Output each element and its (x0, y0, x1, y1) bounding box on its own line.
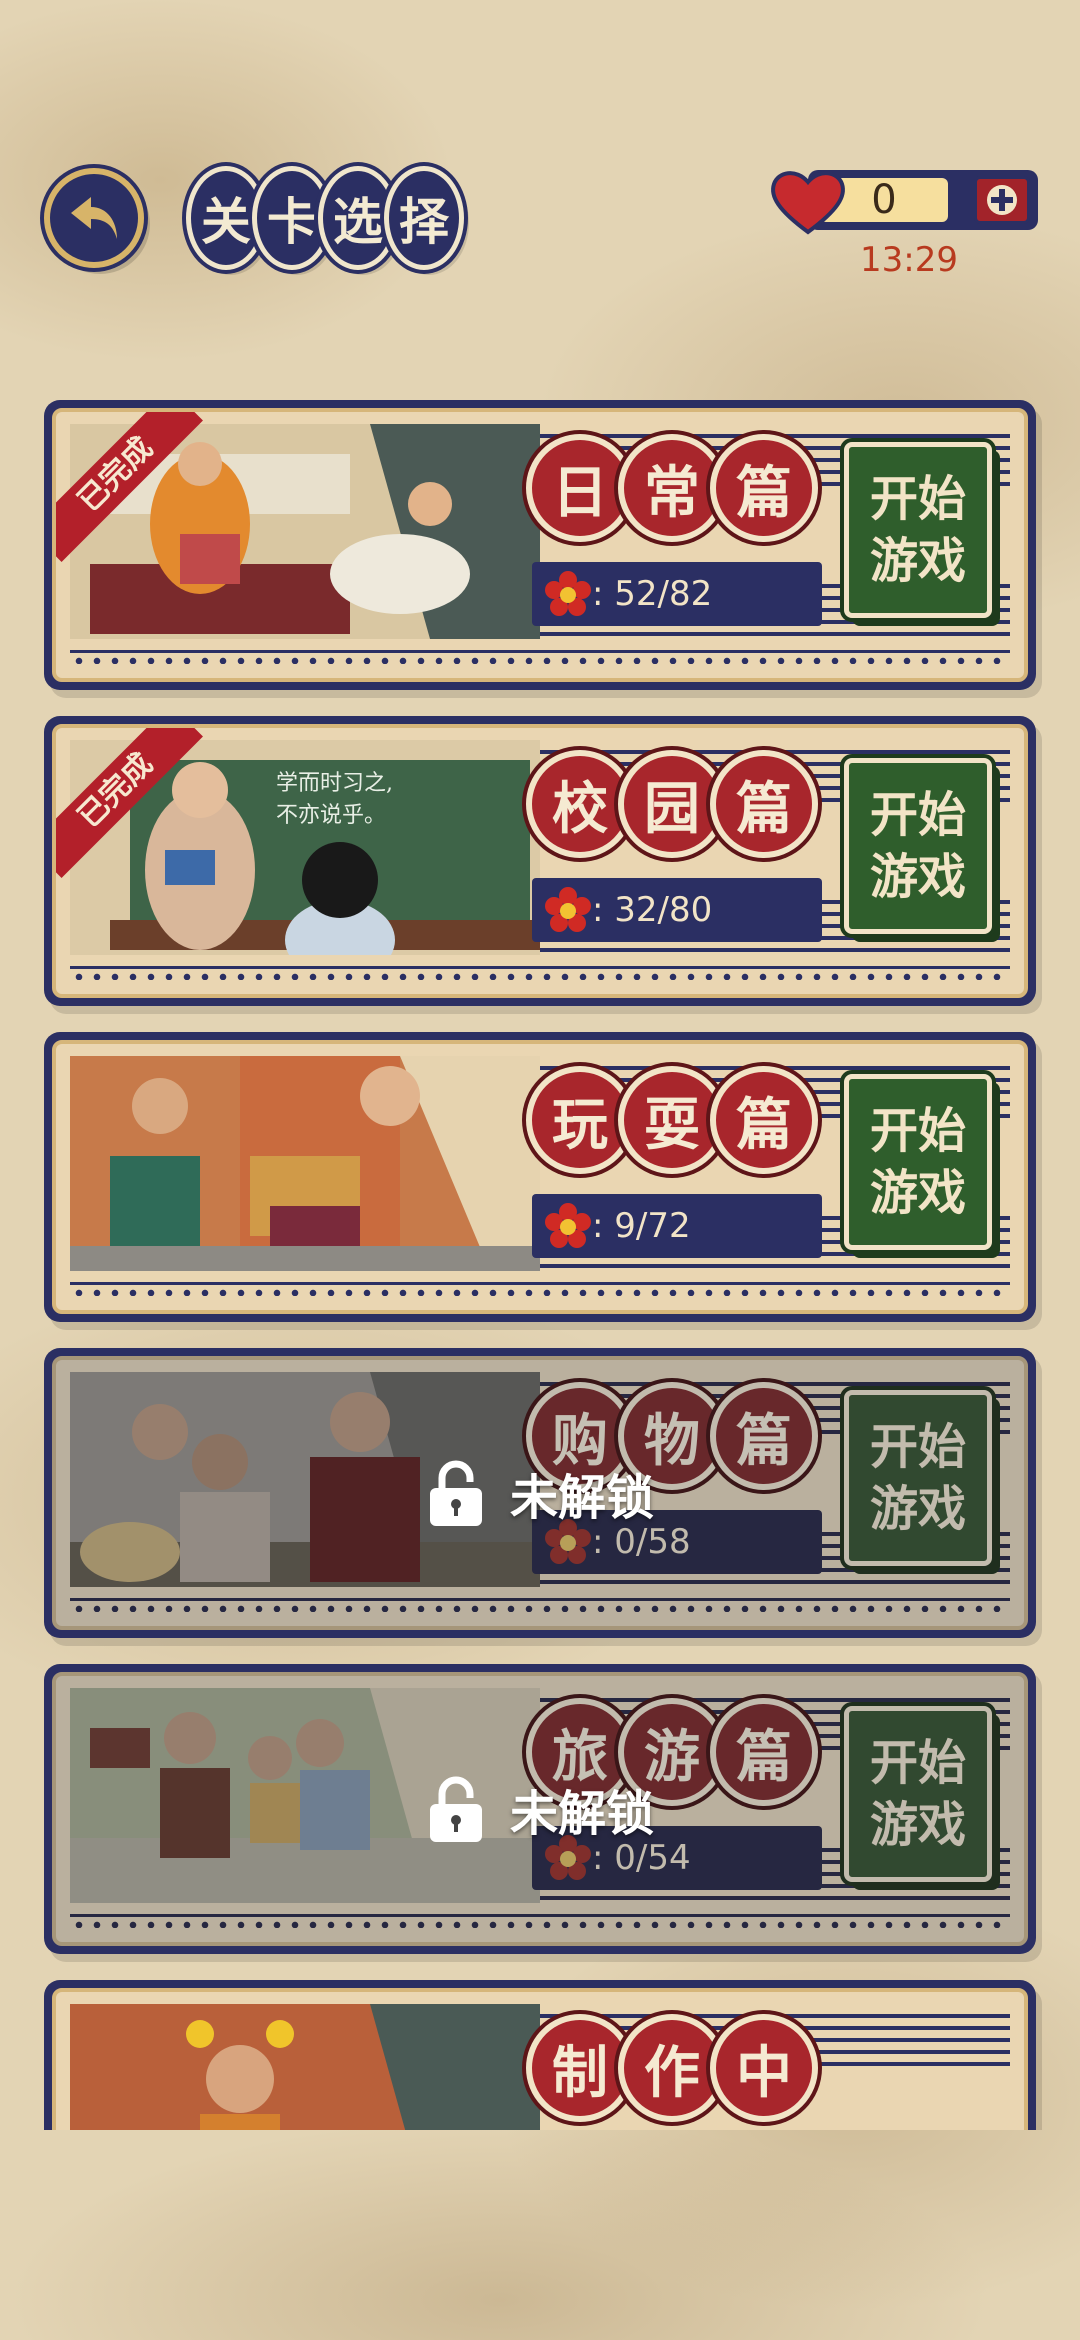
plus-icon (987, 185, 1017, 215)
level-card-play[interactable]: 玩 耍 篇 : 9/72 开始 游戏 (44, 1032, 1036, 1322)
chalk-line: 不亦说乎。 (276, 803, 387, 828)
flower-icon (545, 1203, 591, 1248)
level-list-clip: 制 作 中 (0, 1980, 1080, 2130)
level-card-coming-soon: 制 作 中 (44, 1980, 1036, 2130)
add-lives-button[interactable] (974, 176, 1030, 224)
start-label-2: 游戏 (869, 1165, 966, 1221)
flower-icon (545, 887, 591, 932)
chalk-line: 学而时习之, (276, 771, 393, 796)
locked-label: 未解锁 (509, 1470, 654, 1526)
level-score: : 9/72 (532, 1194, 822, 1258)
chapter-char: 篇 (710, 1066, 818, 1174)
start-label-2: 游戏 (869, 533, 966, 589)
level-card-daily[interactable]: 已完成 日 常 篇 : 52/82 开始 游戏 (44, 400, 1036, 690)
locked-label: 未解锁 (509, 1786, 654, 1842)
page-title: 关 卡 选 择 (186, 166, 464, 270)
chapter-char: 篇 (710, 750, 818, 858)
score-text: : 32/80 (592, 890, 713, 930)
level-score: : 32/80 (532, 878, 822, 942)
lock-icon (429, 1776, 482, 1842)
back-arrow-icon (71, 197, 117, 239)
lives-timer: 13:29 (860, 240, 958, 280)
start-label-2: 游戏 (869, 849, 966, 905)
start-game-button[interactable]: 开始 游戏 (844, 442, 992, 618)
start-game-button[interactable]: 开始 游戏 (844, 1074, 992, 1250)
start-label-1: 开始 (869, 787, 966, 843)
locked-overlay: 未解锁 (44, 1664, 1036, 1954)
level-card-travel: 旅 游 篇 : 0/54 开始 游戏 未解锁 (44, 1664, 1036, 1954)
level-score: : 52/82 (532, 562, 822, 626)
level-illustration (70, 1056, 540, 1271)
level-illustration (70, 2004, 540, 2130)
start-label-1: 开始 (869, 1103, 966, 1159)
level-card-shopping: 购 物 篇 : 0/58 开始 游戏 未解锁 (44, 1348, 1036, 1638)
lives-counter: 0 (768, 166, 1038, 235)
locked-overlay: 未解锁 (44, 1348, 1036, 1638)
start-game-button[interactable]: 开始 游戏 (844, 758, 992, 934)
chapter-char: 中 (710, 2014, 818, 2122)
chalkboard-text: 学而时习之, 不亦说乎。 (276, 768, 393, 832)
flower-icon (545, 571, 591, 616)
start-label-1: 开始 (869, 471, 966, 527)
heart-icon (771, 171, 845, 235)
score-text: : 9/72 (592, 1206, 691, 1246)
chapter-char: 篇 (710, 434, 818, 542)
level-card-campus[interactable]: 学而时习之, 不亦说乎。 已完成 校 园 篇 : 32/80 开始 游戏 (44, 716, 1036, 1006)
back-button[interactable] (44, 168, 144, 268)
title-char: 择 (384, 166, 464, 270)
score-text: : 52/82 (592, 574, 713, 614)
lock-icon (429, 1460, 482, 1526)
